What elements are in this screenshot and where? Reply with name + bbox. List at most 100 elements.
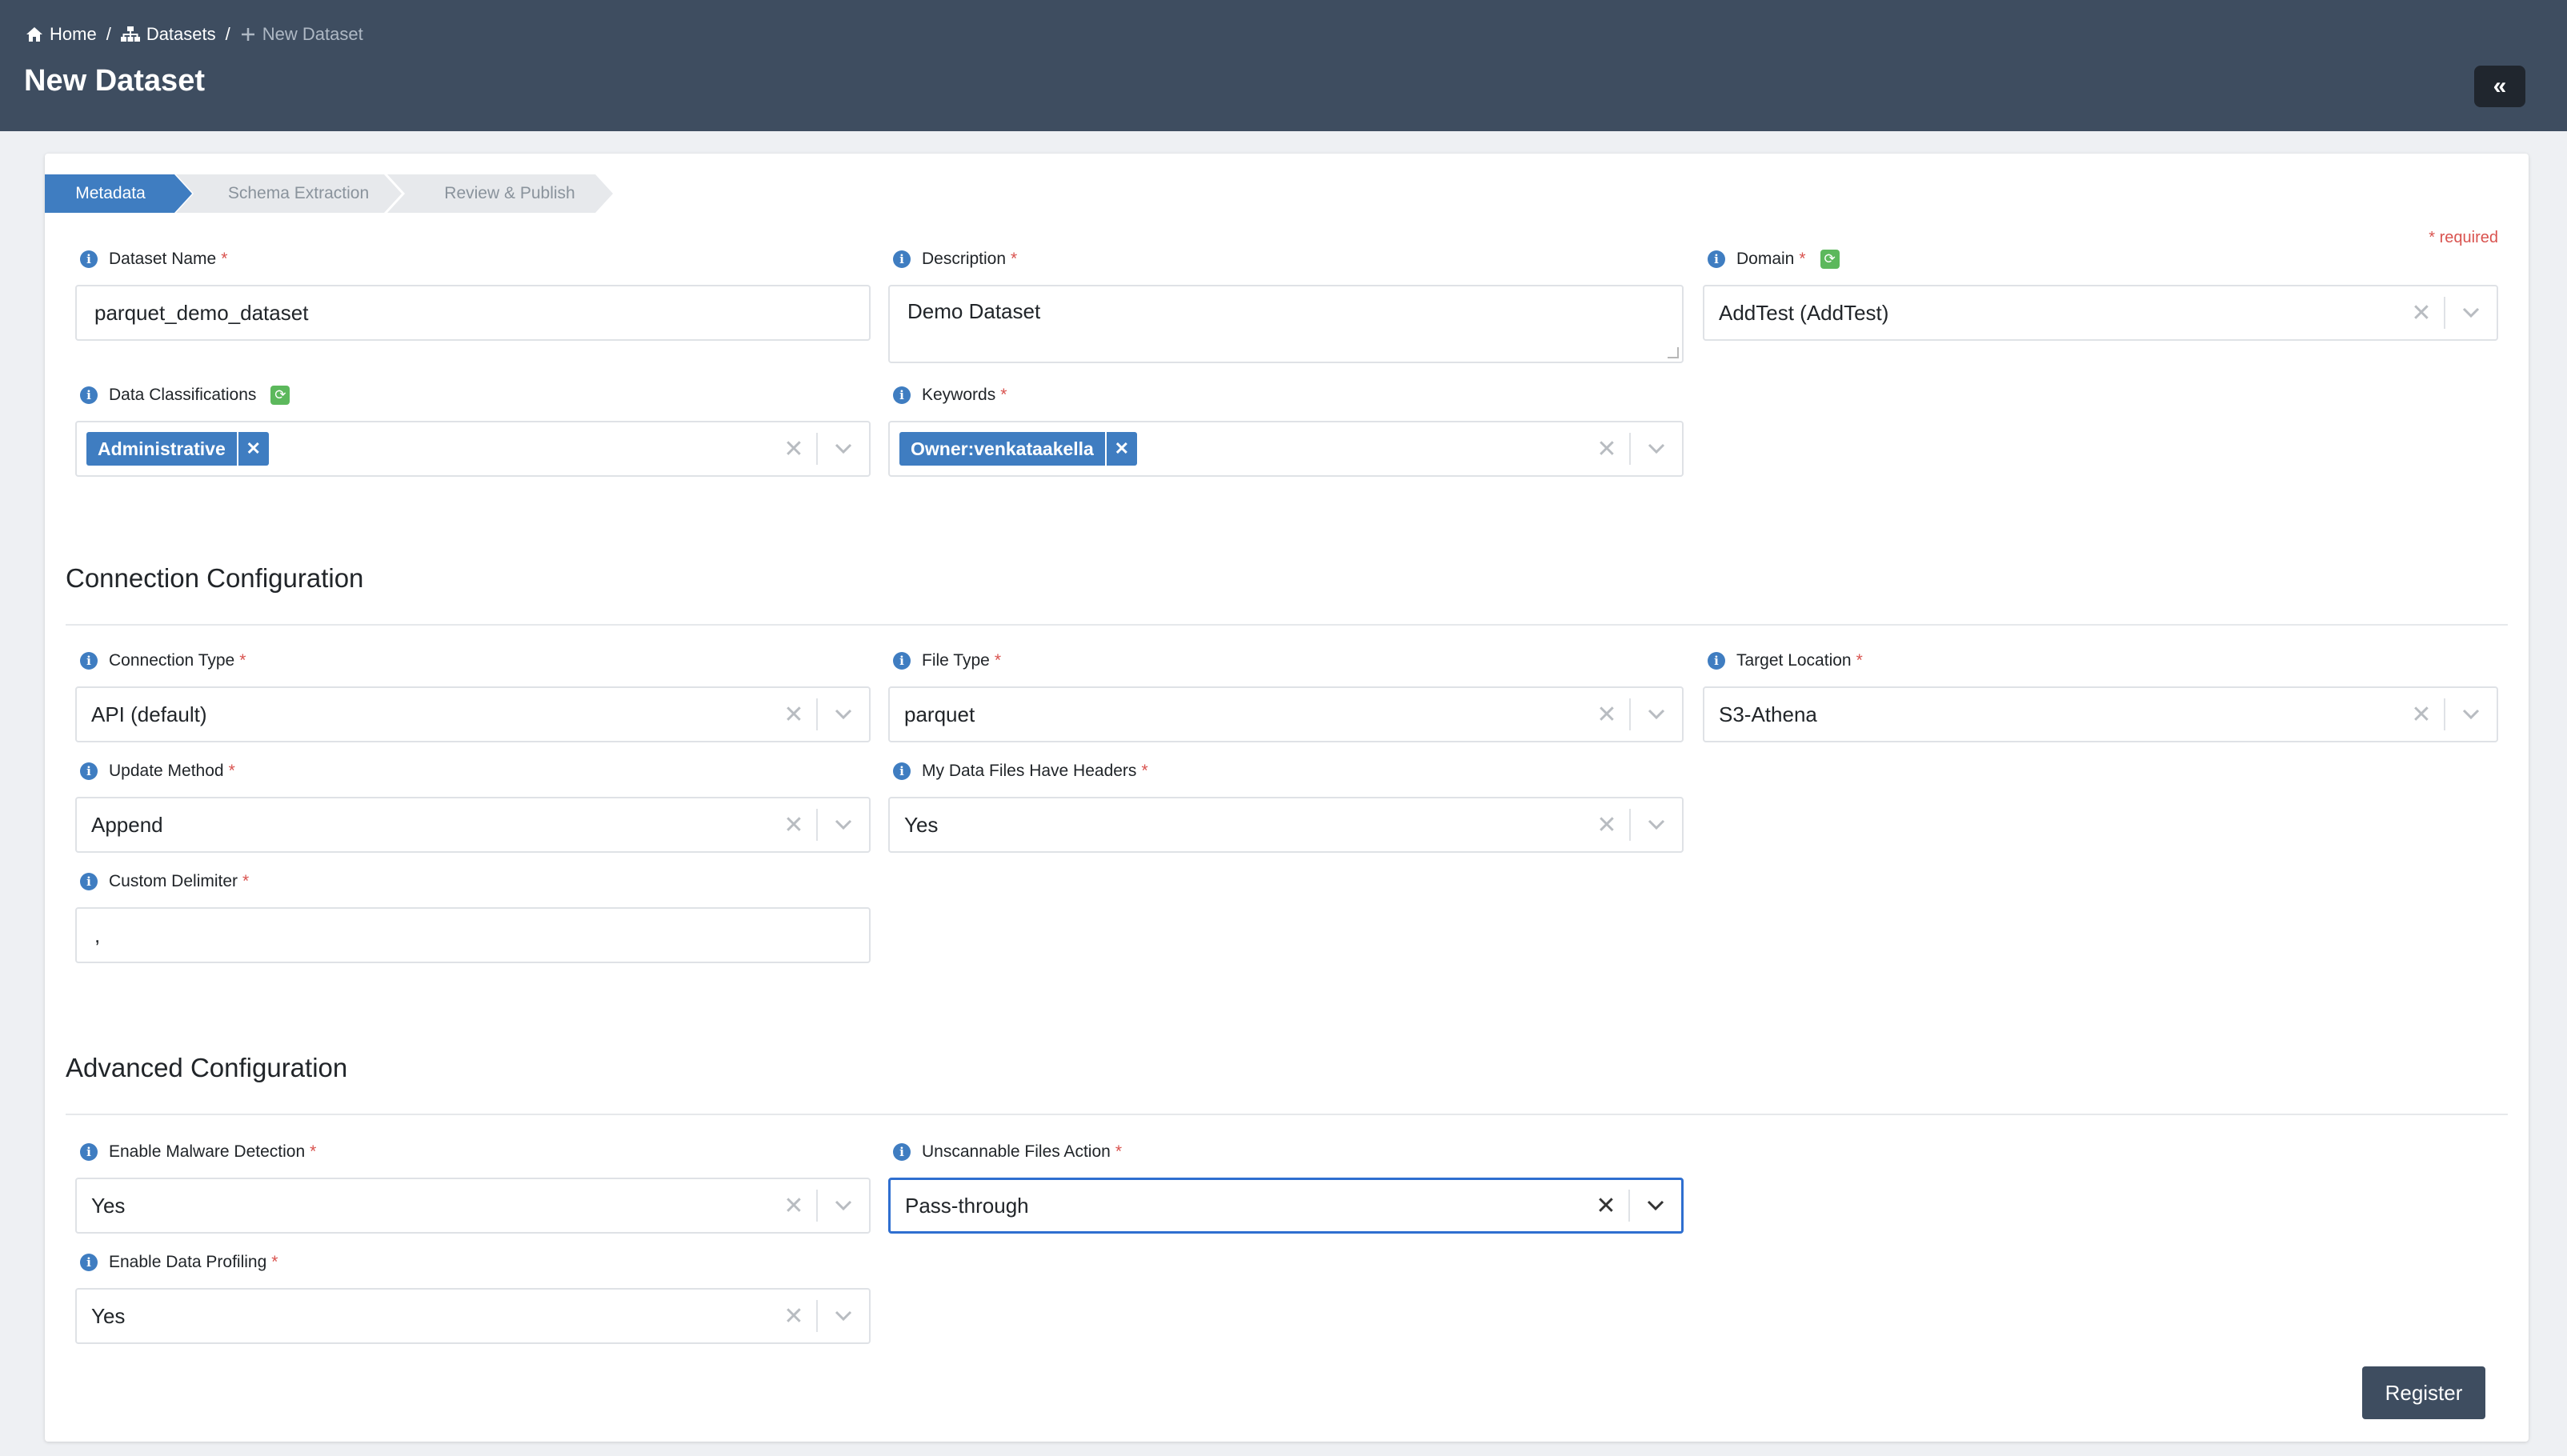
target-location-value: S3-Athena: [1719, 702, 1817, 726]
keyword-tag: Owner:venkataakella ✕: [899, 432, 1137, 466]
breadcrumb-datasets[interactable]: Datasets: [120, 24, 216, 45]
update-method-label: Update Method: [109, 762, 224, 780]
sitemap-icon: [120, 26, 140, 42]
update-method-select[interactable]: Append ✕: [75, 797, 871, 853]
custom-delimiter-input[interactable]: ,: [75, 907, 871, 963]
step-review-publish[interactable]: Review & Publish: [387, 174, 613, 213]
step-schema-extraction[interactable]: Schema Extraction: [176, 174, 402, 213]
tag-remove-icon[interactable]: ✕: [236, 432, 269, 466]
refresh-icon[interactable]: ⟳: [270, 386, 290, 405]
data-profiling-value: Yes: [91, 1303, 126, 1328]
breadcrumb-datasets-label: Datasets: [146, 24, 216, 44]
info-icon[interactable]: i: [893, 652, 911, 670]
refresh-icon[interactable]: ⟳: [1820, 250, 1840, 269]
description-textarea[interactable]: Demo Dataset: [888, 285, 1684, 363]
data-profiling-select[interactable]: Yes ✕: [75, 1288, 871, 1344]
connection-type-value: API (default): [91, 702, 207, 726]
chevron-down-icon[interactable]: [818, 688, 869, 741]
home-icon: [26, 27, 42, 42]
resize-handle[interactable]: [1668, 347, 1679, 358]
update-method-value: Append: [91, 812, 163, 837]
collapse-button[interactable]: «: [2474, 66, 2525, 107]
chevron-down-icon[interactable]: [818, 1179, 869, 1232]
keywords-label: Keywords: [922, 386, 996, 404]
info-icon[interactable]: i: [80, 873, 98, 890]
info-icon[interactable]: i: [1708, 250, 1725, 268]
info-icon[interactable]: i: [893, 386, 911, 404]
close-icon[interactable]: ✕: [771, 1290, 816, 1342]
info-icon[interactable]: i: [893, 762, 911, 780]
info-icon[interactable]: i: [1708, 652, 1725, 670]
register-button[interactable]: Register: [2362, 1366, 2485, 1419]
close-icon[interactable]: ✕: [2399, 286, 2444, 339]
file-type-value: parquet: [904, 702, 975, 726]
breadcrumb-separator: /: [225, 24, 230, 44]
chevron-down-icon[interactable]: [2445, 688, 2497, 741]
close-icon[interactable]: ✕: [771, 688, 816, 741]
dataset-name-input[interactable]: parquet_demo_dataset: [75, 285, 871, 341]
page-title: New Dataset: [24, 64, 205, 98]
data-classifications-select[interactable]: Administrative ✕ ✕: [75, 421, 871, 477]
section-divider: [66, 624, 2508, 626]
malware-detection-label: Enable Malware Detection: [109, 1142, 306, 1161]
page-header: Home / Datasets / New Dataset New Datase…: [0, 0, 2567, 131]
info-icon[interactable]: i: [80, 1143, 98, 1161]
close-icon[interactable]: ✕: [1584, 688, 1629, 741]
close-icon[interactable]: ✕: [771, 1179, 816, 1232]
unscannable-files-select[interactable]: Pass-through ✕: [888, 1178, 1684, 1234]
headers-select[interactable]: Yes ✕: [888, 797, 1684, 853]
domain-value: AddTest (AddTest): [1719, 300, 1889, 325]
file-type-select[interactable]: parquet ✕: [888, 686, 1684, 742]
domain-select[interactable]: AddTest (AddTest) ✕: [1703, 285, 2498, 341]
domain-label: Domain: [1736, 250, 1795, 268]
close-icon[interactable]: ✕: [1584, 1180, 1628, 1231]
dataset-name-label: Dataset Name: [109, 250, 217, 268]
form-card: Metadata Schema Extraction Review & Publ…: [45, 154, 2529, 1442]
description-label: Description: [922, 250, 1007, 268]
close-icon[interactable]: ✕: [2399, 688, 2444, 741]
malware-detection-select[interactable]: Yes ✕: [75, 1178, 871, 1234]
description-value: Demo Dataset: [907, 299, 1041, 323]
breadcrumb-separator: /: [106, 24, 111, 44]
chevron-down-icon[interactable]: [1631, 798, 1682, 851]
chevron-down-icon[interactable]: [818, 422, 869, 475]
connection-section-title: Connection Configuration: [66, 563, 364, 593]
keywords-select[interactable]: Owner:venkataakella ✕ ✕: [888, 421, 1684, 477]
required-note: * required: [2429, 229, 2498, 246]
file-type-label: File Type: [922, 651, 990, 670]
unscannable-files-label: Unscannable Files Action: [922, 1142, 1111, 1161]
data-classifications-label: Data Classifications: [109, 386, 257, 404]
info-icon[interactable]: i: [893, 250, 911, 268]
chevron-down-icon[interactable]: [1630, 1180, 1681, 1231]
chevron-down-icon[interactable]: [1631, 422, 1682, 475]
close-icon[interactable]: ✕: [1584, 798, 1629, 851]
section-divider: [66, 1114, 2508, 1115]
breadcrumb: Home / Datasets / New Dataset: [26, 24, 363, 45]
target-location-select[interactable]: S3-Athena ✕: [1703, 686, 2498, 742]
info-icon[interactable]: i: [80, 250, 98, 268]
info-icon[interactable]: i: [80, 762, 98, 780]
close-icon[interactable]: ✕: [1584, 422, 1629, 475]
plus-icon: [241, 28, 254, 41]
chevron-down-icon[interactable]: [818, 798, 869, 851]
chevron-down-icon[interactable]: [2445, 286, 2497, 339]
step-metadata[interactable]: Metadata: [45, 174, 192, 213]
tag-remove-icon[interactable]: ✕: [1104, 432, 1137, 466]
unscannable-files-value: Pass-through: [905, 1193, 1029, 1218]
close-icon[interactable]: ✕: [771, 422, 816, 475]
info-icon[interactable]: i: [80, 1254, 98, 1271]
headers-label: My Data Files Have Headers: [922, 762, 1137, 780]
info-icon[interactable]: i: [893, 1143, 911, 1161]
breadcrumb-home[interactable]: Home: [26, 24, 97, 45]
chevron-down-icon[interactable]: [818, 1290, 869, 1342]
keyword-tag-label: Owner:venkataakella: [911, 438, 1094, 459]
info-icon[interactable]: i: [80, 386, 98, 404]
connection-type-select[interactable]: API (default) ✕: [75, 686, 871, 742]
info-icon[interactable]: i: [80, 652, 98, 670]
close-icon[interactable]: ✕: [771, 798, 816, 851]
custom-delimiter-label: Custom Delimiter: [109, 872, 238, 890]
connection-type-label: Connection Type: [109, 651, 235, 670]
chevron-down-icon[interactable]: [1631, 688, 1682, 741]
classification-tag-label: Administrative: [98, 438, 226, 459]
target-location-label: Target Location: [1736, 651, 1852, 670]
